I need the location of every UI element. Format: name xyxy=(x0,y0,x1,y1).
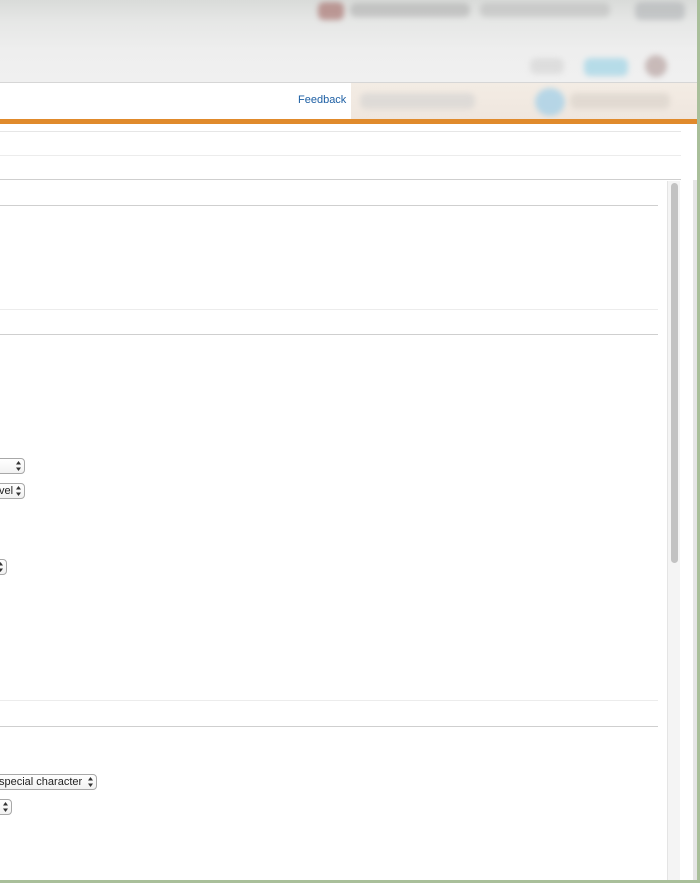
section-divider xyxy=(0,726,658,727)
updown-arrows-icon xyxy=(0,562,3,572)
updown-arrows-icon xyxy=(3,802,8,812)
section-divider xyxy=(0,700,658,701)
blurred-text xyxy=(350,3,470,17)
dropdown-select[interactable] xyxy=(0,799,12,815)
blurred-avatar xyxy=(645,55,667,77)
dropdown-select[interactable] xyxy=(0,458,25,474)
blurred-icon xyxy=(318,2,344,20)
app-window: Feedback vel special character xyxy=(0,0,697,880)
blurred-text xyxy=(570,93,670,109)
blurred-button xyxy=(584,58,628,76)
vertical-scrollbar[interactable] xyxy=(667,181,680,880)
select-value: vel xyxy=(0,485,14,497)
blurred-text xyxy=(480,3,610,17)
sub-header xyxy=(0,124,697,180)
feedback-link[interactable]: Feedback xyxy=(298,94,346,106)
dropdown-select[interactable]: special character xyxy=(0,774,97,790)
select-value: special character xyxy=(0,776,83,788)
blurred-button xyxy=(530,58,564,74)
divider xyxy=(0,131,697,132)
updown-arrows-icon xyxy=(88,777,93,787)
divider xyxy=(0,155,697,156)
section-divider xyxy=(0,309,658,310)
edge xyxy=(693,180,697,880)
settings-content: vel special character xyxy=(0,181,667,880)
blurred-toolbar-region xyxy=(0,0,697,82)
section-divider xyxy=(0,205,658,206)
dropdown-select[interactable] xyxy=(0,559,7,575)
scrollbar-thumb[interactable] xyxy=(671,183,678,563)
updown-arrows-icon xyxy=(16,461,21,471)
blurred-avatar xyxy=(535,88,565,116)
blurred-search xyxy=(360,93,475,109)
updown-arrows-icon xyxy=(16,486,21,496)
section-divider xyxy=(0,334,658,335)
blurred-icon xyxy=(635,2,685,20)
dropdown-select[interactable]: vel xyxy=(0,483,25,499)
